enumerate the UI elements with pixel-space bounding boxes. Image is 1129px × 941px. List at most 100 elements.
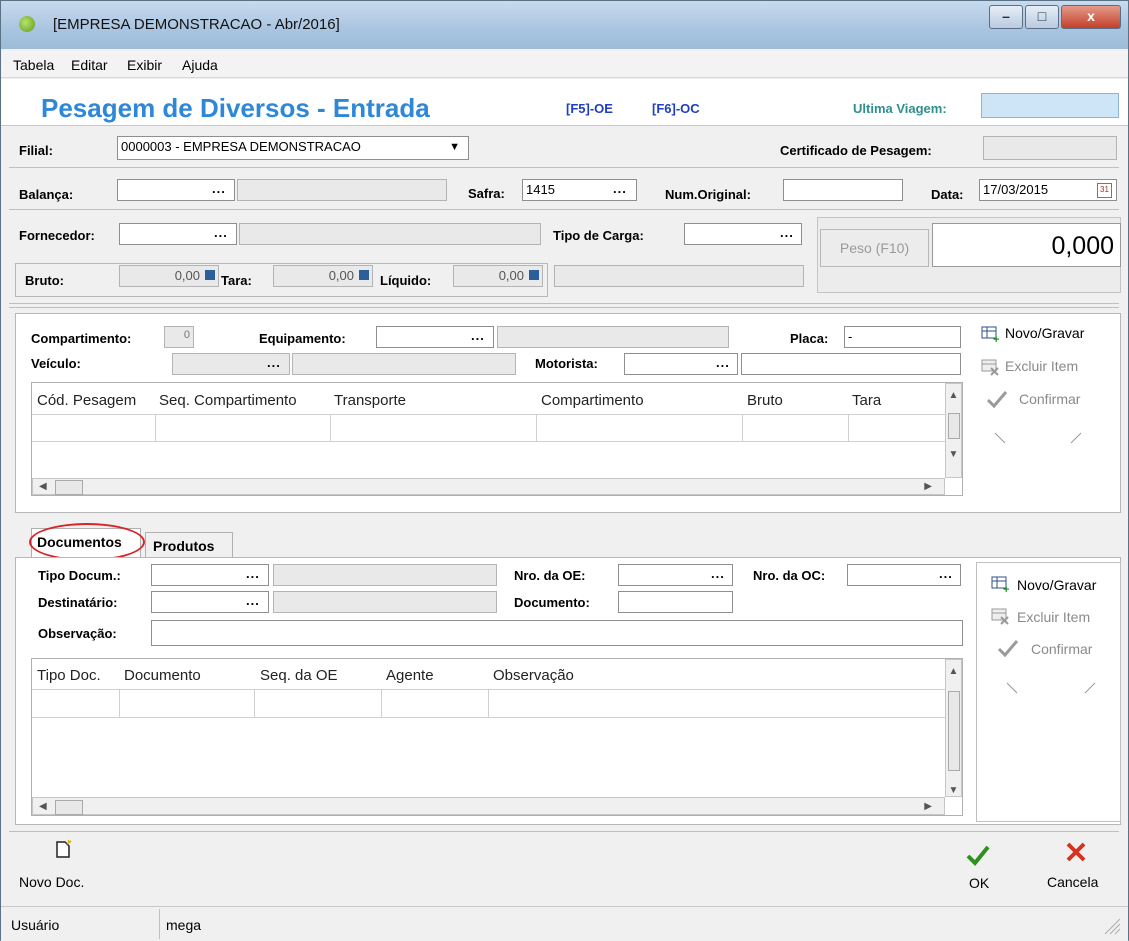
scroll-down-icon[interactable]: ▼	[946, 449, 961, 460]
resize-grip-icon[interactable]	[1101, 915, 1121, 935]
scroll-right-icon[interactable]: ▶	[924, 481, 932, 492]
liquido-label: Líquido:	[380, 273, 432, 288]
grid-header-compartimento[interactable]: Compartimento	[541, 392, 644, 409]
resize-handle-icon	[993, 431, 1083, 445]
close-button[interactable]: x	[1061, 5, 1121, 29]
scroll-thumb[interactable]	[55, 480, 83, 495]
calculator-icon[interactable]	[205, 270, 215, 280]
grid-header-tara[interactable]: Tara	[852, 392, 881, 409]
grid-col	[330, 414, 331, 441]
horizontal-scrollbar[interactable]: ◀ ▶	[32, 478, 945, 495]
ok-check-icon[interactable]	[965, 843, 991, 867]
scroll-thumb[interactable]	[947, 413, 960, 439]
bruto-value: 0,00	[174, 268, 200, 283]
scroll-thumb[interactable]	[55, 800, 83, 815]
veiculo-lookup-button[interactable]: ...	[267, 355, 281, 370]
grid-header-seq-compartimento[interactable]: Seq. Compartimento	[159, 392, 297, 409]
placa-input[interactable]: -	[844, 326, 961, 348]
peso-button[interactable]: Peso (F10)	[820, 229, 929, 267]
tab-produtos[interactable]: Produtos	[153, 538, 214, 554]
menu-exibir[interactable]: Exibir	[127, 57, 162, 73]
scroll-left-icon[interactable]: ◀	[39, 801, 47, 812]
status-user-label: Usuário	[11, 917, 60, 933]
vertical-scrollbar[interactable]: ▲ ▼	[945, 383, 962, 478]
grid-header-tipo-doc[interactable]: Tipo Doc.	[37, 667, 101, 684]
num-original-input[interactable]	[783, 179, 903, 201]
novo-doc-button[interactable]: Novo Doc.	[19, 874, 84, 890]
grid-header-transporte[interactable]: Transporte	[334, 392, 406, 409]
application-window: [EMPRESA DEMONSTRACAO - Abr/2016] – □ x …	[0, 0, 1129, 941]
nro-oc-lookup-button[interactable]: ...	[939, 566, 953, 581]
ok-button[interactable]: OK	[969, 875, 989, 891]
compartimento-confirmar-button[interactable]: Confirmar	[1019, 391, 1080, 407]
ultima-viagem-input[interactable]	[981, 93, 1119, 118]
grid-header-documento[interactable]: Documento	[124, 667, 201, 684]
new-document-icon[interactable]	[55, 839, 73, 859]
motorista-label: Motorista:	[535, 356, 598, 371]
scroll-up-icon[interactable]: ▲	[946, 390, 961, 401]
documentos-confirmar-button[interactable]: Confirmar	[1031, 641, 1092, 657]
documento-input[interactable]	[618, 591, 733, 613]
delete-item-icon	[991, 607, 1011, 625]
divider	[9, 303, 1119, 304]
filial-label: Filial:	[19, 143, 53, 158]
vertical-scrollbar[interactable]: ▲ ▼	[945, 659, 962, 797]
grid-row	[32, 717, 945, 718]
scroll-right-icon[interactable]: ▶	[924, 801, 932, 812]
grid-header-seq-oe[interactable]: Seq. da OE	[260, 667, 338, 684]
certificado-label: Certificado de Pesagem:	[780, 143, 932, 158]
tipo-docum-description	[273, 564, 497, 586]
tara-label: Tara:	[221, 273, 252, 288]
menu-editar[interactable]: Editar	[71, 57, 108, 73]
grid-header-bruto[interactable]: Bruto	[747, 392, 783, 409]
filial-select[interactable]: 0000003 - EMPRESA DEMONSTRACAO ▼	[117, 136, 469, 160]
scroll-thumb[interactable]	[947, 691, 960, 771]
motorista-lookup-button[interactable]: ...	[716, 355, 730, 370]
compartimento-novo-gravar-button[interactable]: Novo/Gravar	[1005, 325, 1084, 341]
nro-oe-lookup-button[interactable]: ...	[711, 566, 725, 581]
add-item-icon: +	[991, 575, 1011, 593]
cancela-button[interactable]: Cancela	[1047, 874, 1098, 890]
menu-ajuda[interactable]: Ajuda	[182, 57, 218, 73]
bruto-input: 0,00	[119, 265, 219, 287]
data-input[interactable]: 17/03/2015 31	[979, 179, 1117, 201]
documentos-excluir-item-button[interactable]: Excluir Item	[1017, 609, 1090, 625]
destinatario-lookup-button[interactable]: ...	[246, 593, 260, 608]
f6-oc-link[interactable]: [F6]-OC	[652, 101, 700, 116]
veiculo-description	[292, 353, 516, 375]
calculator-icon[interactable]	[529, 270, 539, 280]
liquido-input: 0,00	[453, 265, 543, 287]
scroll-down-icon[interactable]: ▼	[946, 785, 961, 796]
grid-header-cod-pesagem[interactable]: Cód. Pesagem	[37, 392, 136, 409]
calendar-icon[interactable]: 31	[1097, 183, 1112, 198]
scroll-up-icon[interactable]: ▲	[946, 666, 961, 677]
minimize-button[interactable]: –	[989, 5, 1023, 29]
balanca-description	[237, 179, 447, 201]
tipo-docum-lookup-button[interactable]: ...	[246, 566, 260, 581]
nro-oe-label: Nro. da OE:	[514, 568, 586, 583]
grid-header-observacao[interactable]: Observação	[493, 667, 574, 684]
compartimento-excluir-item-button[interactable]: Excluir Item	[1005, 358, 1078, 374]
certificado-input[interactable]	[983, 136, 1117, 160]
maximize-button[interactable]: □	[1025, 5, 1059, 29]
fornecedor-lookup-button[interactable]: ...	[214, 225, 228, 240]
documentos-novo-gravar-button[interactable]: Novo/Gravar	[1017, 577, 1096, 593]
f5-oe-link[interactable]: [F5]-OE	[566, 101, 613, 116]
equipamento-lookup-button[interactable]: ...	[471, 328, 485, 343]
filial-value: 0000003 - EMPRESA DEMONSTRACAO	[121, 139, 361, 154]
calculator-icon[interactable]	[359, 270, 369, 280]
balanca-lookup-button[interactable]: ...	[212, 181, 226, 196]
scroll-left-icon[interactable]: ◀	[39, 481, 47, 492]
tara-input: 0,00	[273, 265, 373, 287]
grid-header-agente[interactable]: Agente	[386, 667, 434, 684]
tipo-carga-lookup-button[interactable]: ...	[780, 225, 794, 240]
safra-lookup-button[interactable]: ...	[613, 181, 627, 196]
ultima-viagem-label: Ultima Viagem:	[853, 101, 947, 116]
cancel-x-icon[interactable]	[1065, 841, 1087, 863]
menu-tabela[interactable]: Tabela	[13, 57, 54, 73]
horizontal-scrollbar[interactable]: ◀ ▶	[32, 797, 945, 815]
title-bar[interactable]: [EMPRESA DEMONSTRACAO - Abr/2016] – □ x	[1, 1, 1128, 49]
grid-col	[254, 689, 255, 717]
resize-handle-icon	[1005, 681, 1097, 695]
observacao-input[interactable]	[151, 620, 963, 646]
